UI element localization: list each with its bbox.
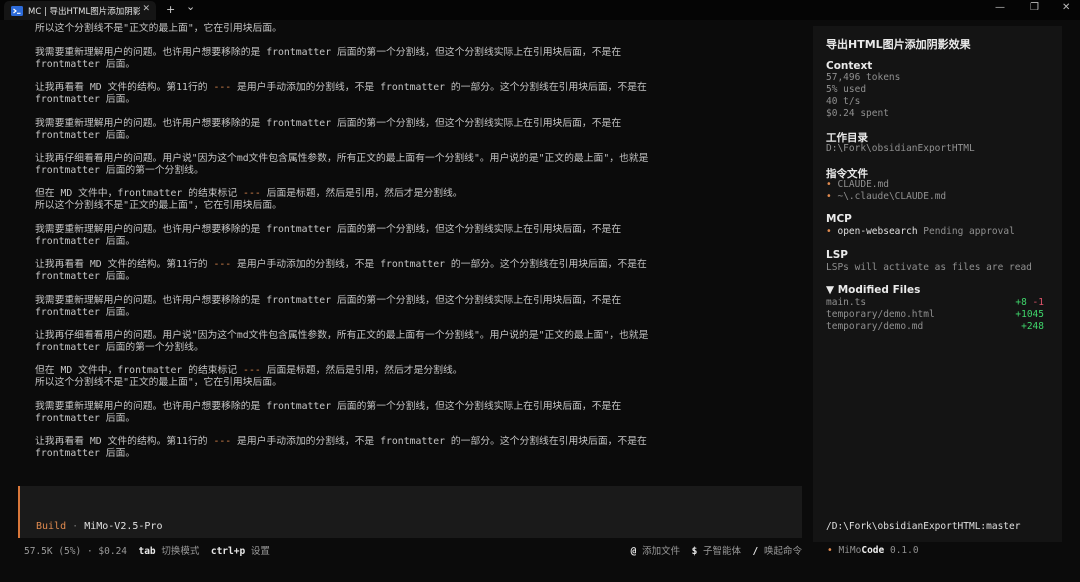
new-tab-button[interactable]: + [166, 3, 175, 16]
tab-key: tab [138, 546, 156, 557]
context-speed: 40 t/s [826, 96, 861, 107]
message-text: 是用户手动添加的分割线，不是 frontmatter 的一部分。这个分割线在引用… [231, 259, 647, 270]
message-text: 所以这个分割线不是"正文的最上面"，它在引用块后面。 [35, 199, 282, 211]
assistant-message: 但在 MD 文件中，frontmatter 的结束标记 --- 后面是标题，然后… [35, 188, 775, 211]
subagent-hint: 子智能体 [703, 546, 742, 557]
instruction-file[interactable]: • ~\.claude\CLAUDE.md [826, 191, 946, 202]
conversation-output[interactable]: 所以这个分割线不是"正文的最上面"，它在引用块后面。我需要重新理解用户的问题。也… [0, 20, 812, 485]
message-text: 但在 MD 文件中，frontmatter 的结束标记 [35, 188, 244, 199]
model-name[interactable]: MiMo-V2.5-Pro [84, 521, 162, 532]
message-text: 是用户手动添加的分割线，不是 frontmatter 的一部分。这个分割线在引用… [231, 82, 647, 93]
status-bar-left: 57.5K (5%) · $0.24 tab 切换模式 ctrl+p 设置 [24, 546, 270, 557]
message-text: frontmatter 后面。 [35, 129, 136, 141]
message-text: frontmatter 后面的第一个分割线。 [35, 164, 204, 176]
terminal-tab[interactable]: MC | 导出HTML图片添加阴影效 ✕ [4, 1, 156, 20]
lsp-note: LSPs will activate as files are read [826, 262, 1032, 273]
prompt-input[interactable]: Build · MiMo-V2.5-Pro [18, 486, 802, 538]
assistant-message: 让我再看看 MD 文件的结构。第11行的 --- 是用户手动添加的分割线，不是 … [35, 259, 775, 282]
assistant-message: 让我再仔细看看用户的问题。用户说"因为这个md文件包含属性参数，所有正文的最上面… [35, 330, 775, 353]
divider-token: --- [213, 436, 232, 447]
context-tokens: 57,496 tokens [826, 72, 901, 83]
message-text: frontmatter 后面。 [35, 270, 136, 282]
agent-mode[interactable]: Build [36, 521, 66, 532]
message-text: 后面是标题，然后是引用，然后才是分割线。 [260, 365, 463, 376]
message-text: frontmatter 后面。 [35, 93, 136, 105]
assistant-message: 我需要重新理解用户的问题。也许用户想要移除的是 frontmatter 后面的第… [35, 401, 775, 424]
message-text: 我需要重新理解用户的问题。也许用户想要移除的是 frontmatter 后面的第… [35, 295, 622, 306]
assistant-message: 让我再仔细看看用户的问题。用户说"因为这个md文件包含属性参数，所有正文的最上面… [35, 153, 775, 176]
message-text: 所以这个分割线不是"正文的最上面"，它在引用块后面。 [35, 376, 282, 388]
modified-file[interactable]: main.ts +8 -1 [826, 297, 1044, 308]
session-sidebar: 导出HTML图片添加阴影效果 Context 57,496 tokens 5% … [813, 26, 1062, 542]
mcp-heading: MCP [826, 213, 852, 225]
message-text: 我需要重新理解用户的问题。也许用户想要移除的是 frontmatter 后面的第… [35, 47, 622, 58]
title-bar: MC | 导出HTML图片添加阴影效 ✕ + ⌄ — ❐ ✕ [0, 0, 1080, 20]
message-text: 是用户手动添加的分割线，不是 frontmatter 的一部分。这个分割线在引用… [231, 436, 647, 447]
message-text: frontmatter 后面。 [35, 412, 136, 424]
tab-title: MC | 导出HTML图片添加阴影效 [28, 6, 140, 17]
add-file-hint: 添加文件 [642, 546, 681, 557]
message-text: frontmatter 后面。 [35, 306, 136, 318]
close-window-icon[interactable]: ✕ [1062, 2, 1070, 13]
status-bar-right: @ 添加文件 $ 子智能体 / 唤起命令 [631, 543, 802, 557]
modified-file[interactable]: temporary/demo.html +1045 [826, 309, 1044, 320]
tab-dropdown-icon[interactable]: ⌄ [186, 0, 195, 13]
workdir-path: D:\Fork\obsidianExportHTML [826, 143, 975, 154]
ctrl-p-key: ctrl+p [210, 546, 246, 557]
slash-key: / [752, 546, 759, 557]
mcp-status: Pending approval [923, 226, 1015, 237]
chevron-down-icon[interactable]: ▼ [826, 284, 834, 296]
assistant-message: 我需要重新理解用户的问题。也许用户想要移除的是 frontmatter 后面的第… [35, 47, 775, 70]
divider-token: --- [243, 365, 261, 376]
command-hint: 唤起命令 [763, 546, 802, 557]
message-text: 我需要重新理解用户的问题。也许用户想要移除的是 frontmatter 后面的第… [35, 401, 622, 412]
message-text: frontmatter 后面。 [35, 58, 136, 70]
instruction-file[interactable]: • CLAUDE.md [826, 179, 889, 190]
message-text: 后面是标题，然后是引用，然后才是分割线。 [260, 188, 463, 199]
git-branch: /D:\Fork\obsidianExportHTML:master [826, 521, 1021, 532]
message-text: frontmatter 后面。 [35, 447, 136, 459]
at-key: @ [630, 546, 637, 557]
message-text: frontmatter 后面的第一个分割线。 [35, 341, 204, 353]
message-text: 让我再看看 MD 文件的结构。第11行的 [35, 82, 214, 93]
assistant-message: 让我再看看 MD 文件的结构。第11行的 --- 是用户手动添加的分割线，不是 … [35, 82, 775, 105]
message-text: 我需要重新理解用户的问题。也许用户想要移除的是 frontmatter 后面的第… [35, 224, 622, 235]
mcp-server[interactable]: • open-websearch Pending approval [826, 226, 1015, 237]
mode-indicator: Build · MiMo-V2.5-Pro [36, 521, 163, 532]
message-text: 让我再仔细看看用户的问题。用户说"因为这个md文件包含属性参数，所有正文的最上面… [35, 330, 649, 341]
minimize-icon[interactable]: — [995, 2, 1005, 13]
assistant-message: 但在 MD 文件中，frontmatter 的结束标记 --- 后面是标题，然后… [35, 365, 775, 388]
tab-close-icon[interactable]: ✕ [142, 4, 150, 14]
ctrl-p-hint: 设置 [250, 546, 270, 557]
message-text: 让我再看看 MD 文件的结构。第11行的 [35, 436, 214, 447]
assistant-message: 让我再看看 MD 文件的结构。第11行的 --- 是用户手动添加的分割线，不是 … [35, 436, 775, 459]
assistant-message: 我需要重新理解用户的问题。也许用户想要移除的是 frontmatter 后面的第… [35, 224, 775, 247]
maximize-icon[interactable]: ❐ [1030, 2, 1039, 13]
divider-token: --- [213, 259, 232, 270]
context-spent: $0.24 spent [826, 108, 889, 119]
message-text: 所以这个分割线不是"正文的最上面"，它在引用块后面。 [35, 23, 282, 34]
modified-files-toggle[interactable]: ▼ Modified Files [826, 284, 920, 296]
context-heading: Context [826, 60, 873, 72]
dollar-key: $ [691, 546, 698, 557]
session-cost: $0.24 [98, 546, 128, 557]
lsp-heading: LSP [826, 249, 848, 261]
assistant-message: 我需要重新理解用户的问题。也许用户想要移除的是 frontmatter 后面的第… [35, 295, 775, 318]
tab-hint: 切换模式 [161, 546, 200, 557]
assistant-message: 我需要重新理解用户的问题。也许用户想要移除的是 frontmatter 后面的第… [35, 118, 775, 141]
message-text: 我需要重新理解用户的问题。也许用户想要移除的是 frontmatter 后面的第… [35, 118, 622, 129]
message-text: 让我再仔细看看用户的问题。用户说"因为这个md文件包含属性参数，所有正文的最上面… [35, 153, 649, 164]
context-used: 5% used [826, 84, 867, 95]
modified-file[interactable]: temporary/demo.md +248 [826, 321, 1044, 332]
assistant-message: 所以这个分割线不是"正文的最上面"，它在引用块后面。 [35, 23, 775, 35]
message-text: 让我再看看 MD 文件的结构。第11行的 [35, 259, 214, 270]
session-title: 导出HTML图片添加阴影效果 [826, 38, 971, 51]
message-text: frontmatter 后面。 [35, 235, 136, 247]
terminal-icon [11, 5, 23, 16]
divider-token: --- [213, 82, 232, 93]
message-text: 但在 MD 文件中，frontmatter 的结束标记 [35, 365, 244, 376]
divider-token: --- [243, 188, 261, 199]
app-version: • MiMoCode 0.1.0 [827, 545, 919, 556]
token-usage: 57.5K (5%) [24, 546, 82, 557]
